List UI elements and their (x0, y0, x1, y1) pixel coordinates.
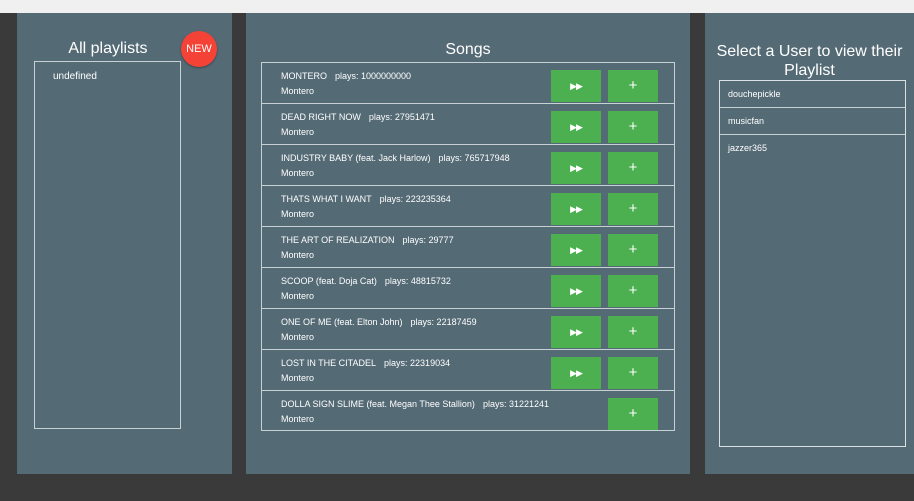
song-plays: plays: 765717948 (438, 153, 510, 163)
plus-icon: + (628, 282, 638, 299)
fast-forward-icon: ▶▶ (570, 368, 583, 378)
song-artist: Montero (281, 332, 315, 342)
play-song-button[interactable]: ▶▶ (551, 234, 601, 266)
song-artist: Montero (281, 209, 315, 219)
users-panel: Select a User to view their Playlist dou… (705, 13, 914, 474)
playlist-item[interactable]: undefined (35, 62, 180, 82)
song-info: THATS WHAT I WANT plays: 223235364 (281, 194, 451, 204)
song-artist: Montero (281, 414, 315, 424)
song-row: THATS WHAT I WANT plays: 223235364 Monter… (262, 186, 674, 227)
song-title: DOLLA SIGN SLIME (feat. Megan Thee Stall… (281, 399, 475, 409)
song-plays: plays: 27951471 (368, 112, 435, 122)
fast-forward-icon: ▶▶ (570, 286, 583, 296)
song-artist: Montero (281, 168, 315, 178)
song-row: DOLLA SIGN SLIME (feat. Megan Thee Stall… (262, 391, 674, 430)
add-song-button[interactable]: + (608, 398, 658, 430)
song-plays: plays: 223235364 (379, 194, 451, 204)
new-playlist-button[interactable]: NEW (181, 31, 217, 67)
song-title: INDUSTRY BABY (feat. Jack Harlow) (281, 153, 431, 163)
fast-forward-icon: ▶▶ (570, 81, 583, 91)
fast-forward-icon: ▶▶ (570, 163, 583, 173)
song-info: MONTERO plays: 1000000000 (281, 71, 411, 81)
song-title: THE ART OF REALIZATION (281, 235, 395, 245)
play-song-button[interactable]: ▶▶ (551, 193, 601, 225)
fast-forward-icon: ▶▶ (570, 204, 583, 214)
song-info: ONE OF ME (feat. Elton John) plays: 22187… (281, 317, 477, 327)
play-song-button[interactable]: ▶▶ (551, 152, 601, 184)
user-item-musicfan[interactable]: musicfan (720, 108, 905, 135)
song-title: ONE OF ME (feat. Elton John) (281, 317, 403, 327)
plus-icon: + (628, 118, 638, 135)
song-info: SCOOP (feat. Doja Cat) plays: 48815732 (281, 276, 451, 286)
user-item-douchepickle[interactable]: douchepickle (720, 81, 905, 108)
song-row: THE ART OF REALIZATION plays: 29777 Monte… (262, 227, 674, 268)
plus-icon: + (628, 77, 638, 94)
song-row: SCOOP (feat. Doja Cat) plays: 48815732 Mo… (262, 268, 674, 309)
all-playlists-panel: All playlists NEW undefined (17, 13, 232, 474)
fast-forward-icon: ▶▶ (570, 245, 583, 255)
song-row: MONTERO plays: 1000000000 Montero ▶▶ + (262, 63, 674, 104)
play-song-button[interactable]: ▶▶ (551, 275, 601, 307)
song-plays: plays: 31221241 (482, 399, 549, 409)
song-artist: Montero (281, 291, 315, 301)
song-row: LOST IN THE CITADEL plays: 22319034 Monte… (262, 350, 674, 391)
songs-title: Songs (445, 41, 491, 58)
song-info: INDUSTRY BABY (feat. Jack Harlow) plays: … (281, 153, 510, 163)
plus-icon: + (628, 159, 638, 176)
add-song-button[interactable]: + (608, 111, 658, 143)
plus-icon: + (628, 364, 638, 381)
fast-forward-icon: ▶▶ (570, 327, 583, 337)
song-plays: plays: 22187459 (410, 317, 477, 327)
play-song-button[interactable]: ▶▶ (551, 111, 601, 143)
play-song-button[interactable]: ▶▶ (551, 316, 601, 348)
add-song-button[interactable]: + (608, 152, 658, 184)
add-song-button[interactable]: + (608, 275, 658, 307)
song-artist: Montero (281, 250, 315, 260)
playlist-list: undefined (34, 61, 181, 429)
all-playlists-title: All playlists (68, 40, 148, 57)
song-info: DEAD RIGHT NOW plays: 27951471 (281, 112, 435, 122)
song-plays: plays: 29777 (402, 235, 454, 245)
song-plays: plays: 1000000000 (335, 71, 412, 81)
song-plays: plays: 48815732 (384, 276, 451, 286)
song-artist: Montero (281, 86, 315, 96)
song-title: THATS WHAT I WANT (281, 194, 372, 204)
add-song-button[interactable]: + (608, 70, 658, 102)
song-info: DOLLA SIGN SLIME (feat. Megan Thee Stall… (281, 399, 549, 409)
song-title: LOST IN THE CITADEL (281, 358, 377, 368)
plus-icon: + (628, 323, 638, 340)
song-info: LOST IN THE CITADEL plays: 22319034 (281, 358, 450, 368)
song-row: DEAD RIGHT NOW plays: 27951471 Montero ▶▶… (262, 104, 674, 145)
plus-icon: + (628, 200, 638, 217)
plus-icon: + (628, 241, 638, 258)
add-song-button[interactable]: + (608, 234, 658, 266)
user-item-jazzer365[interactable]: jazzer365 (720, 135, 905, 162)
songs-list[interactable]: MONTERO plays: 1000000000 Montero ▶▶ + DE… (261, 62, 675, 431)
play-song-button[interactable]: ▶▶ (551, 70, 601, 102)
song-title: DEAD RIGHT NOW (281, 112, 361, 122)
add-song-button[interactable]: + (608, 357, 658, 389)
fast-forward-icon: ▶▶ (570, 122, 583, 132)
users-title: Select a User to view their Playlist (716, 43, 903, 79)
plus-icon: + (628, 405, 638, 422)
play-song-button[interactable]: ▶▶ (551, 357, 601, 389)
songs-panel: Songs MONTERO plays: 1000000000 Montero ▶… (246, 13, 690, 474)
add-song-button[interactable]: + (608, 193, 658, 225)
user-list: douchepickle musicfan jazzer365 (719, 80, 906, 447)
song-title: MONTERO (281, 71, 327, 81)
song-plays: plays: 22319034 (384, 358, 451, 368)
song-title: SCOOP (feat. Doja Cat) (281, 276, 377, 286)
add-song-button[interactable]: + (608, 316, 658, 348)
song-artist: Montero (281, 127, 315, 137)
song-info: THE ART OF REALIZATION plays: 29777 (281, 235, 454, 245)
top-strip (0, 0, 914, 13)
song-artist: Montero (281, 373, 315, 383)
song-row: ONE OF ME (feat. Elton John) plays: 22187… (262, 309, 674, 350)
song-row: INDUSTRY BABY (feat. Jack Harlow) plays: … (262, 145, 674, 186)
